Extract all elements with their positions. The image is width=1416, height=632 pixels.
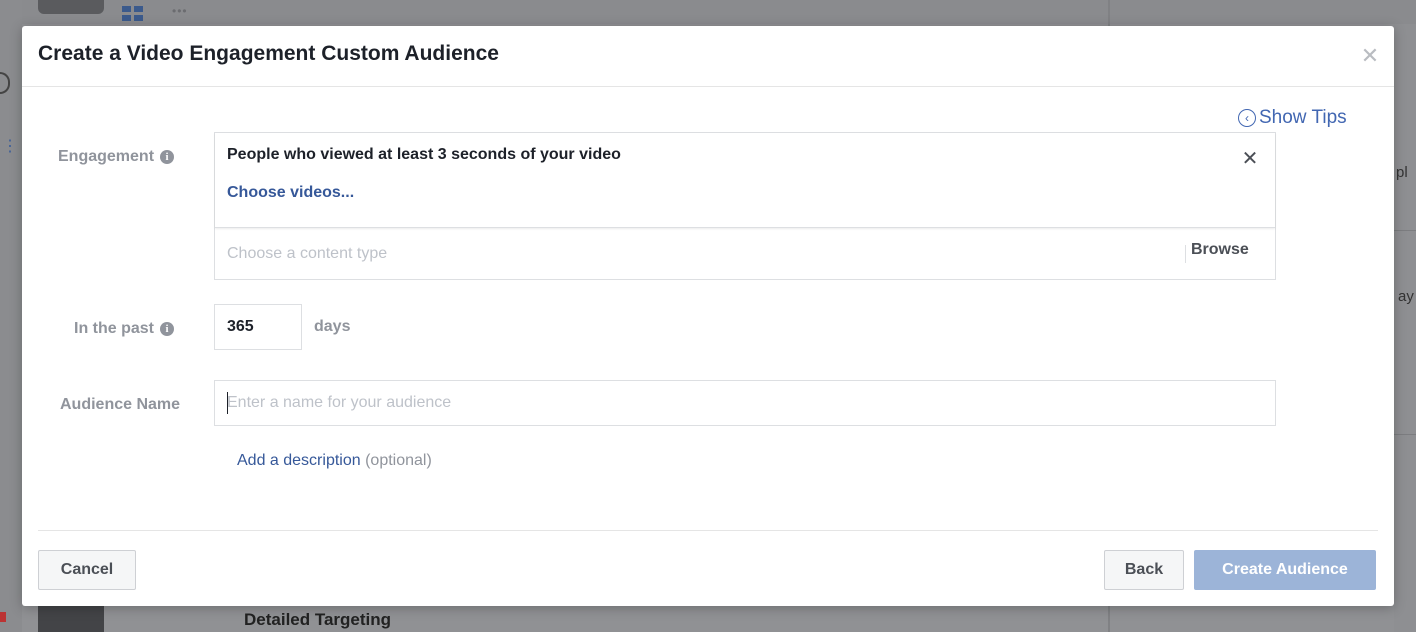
more-icon: ••• bbox=[172, 4, 188, 18]
add-description-link[interactable]: Add a description bbox=[237, 452, 361, 469]
background-toolbar bbox=[0, 0, 1416, 24]
background-edge-text: ay bbox=[1398, 288, 1414, 305]
show-tips-link[interactable]: ‹ Show Tips bbox=[1238, 106, 1347, 130]
create-audience-button[interactable]: Create Audience bbox=[1194, 550, 1376, 590]
background-rule bbox=[1394, 434, 1416, 435]
background-detailed-targeting-heading: Detailed Targeting bbox=[244, 610, 392, 629]
in-the-past-label: In the past i bbox=[74, 320, 175, 338]
engagement-option-text: People who viewed at least 3 seconds of … bbox=[227, 146, 621, 163]
background-circle-icon bbox=[0, 72, 10, 94]
browse-divider bbox=[1185, 245, 1186, 263]
info-icon[interactable]: i bbox=[160, 150, 175, 164]
browse-button[interactable]: Browse bbox=[1191, 241, 1249, 259]
footer-divider bbox=[38, 530, 1378, 531]
close-icon[interactable]: ✕ bbox=[1358, 44, 1382, 68]
days-unit-label: days bbox=[314, 318, 351, 335]
optional-label: (optional) bbox=[365, 452, 432, 469]
background-red-mark bbox=[0, 612, 6, 622]
audience-name-label: Audience Name bbox=[60, 396, 180, 414]
info-icon[interactable]: i bbox=[160, 322, 175, 336]
remove-engagement-icon[interactable]: ✕ bbox=[1239, 148, 1261, 170]
create-audience-dialog: Create a Video Engagement Custom Audienc… bbox=[22, 26, 1394, 606]
audience-name-input[interactable] bbox=[214, 380, 1276, 426]
dialog-header: Create a Video Engagement Custom Audienc… bbox=[22, 26, 1394, 87]
show-tips-label: Show Tips bbox=[1259, 107, 1347, 128]
background-thumbnail bbox=[38, 0, 104, 14]
background-thumbnail-bottom bbox=[38, 606, 104, 632]
background-edge-text: pl bbox=[1396, 164, 1408, 181]
engagement-selector: People who viewed at least 3 seconds of … bbox=[214, 132, 1276, 280]
dialog-title: Create a Video Engagement Custom Audienc… bbox=[38, 42, 499, 65]
add-description-row: Add a description (optional) bbox=[237, 452, 432, 470]
in-the-past-label-text: In the past bbox=[74, 320, 155, 337]
background-rule bbox=[1394, 230, 1416, 231]
cancel-button[interactable]: Cancel bbox=[38, 550, 136, 590]
days-input[interactable] bbox=[214, 304, 302, 350]
engagement-selected-option: People who viewed at least 3 seconds of … bbox=[215, 133, 1275, 228]
engagement-label-text: Engagement bbox=[58, 148, 155, 165]
background-left-rail: ⋮ bbox=[0, 0, 22, 632]
back-button[interactable]: Back bbox=[1104, 550, 1184, 590]
background-menu-icon: ⋮ bbox=[2, 138, 18, 155]
chevron-left-circle-icon: ‹ bbox=[1238, 109, 1256, 127]
engagement-label: Engagement i bbox=[58, 148, 175, 166]
grid-view-icon bbox=[122, 6, 146, 24]
choose-videos-link[interactable]: Choose videos... bbox=[227, 184, 354, 202]
text-caret bbox=[227, 392, 228, 414]
audience-name-label-text: Audience Name bbox=[60, 396, 181, 413]
content-type-input[interactable] bbox=[215, 229, 1185, 279]
